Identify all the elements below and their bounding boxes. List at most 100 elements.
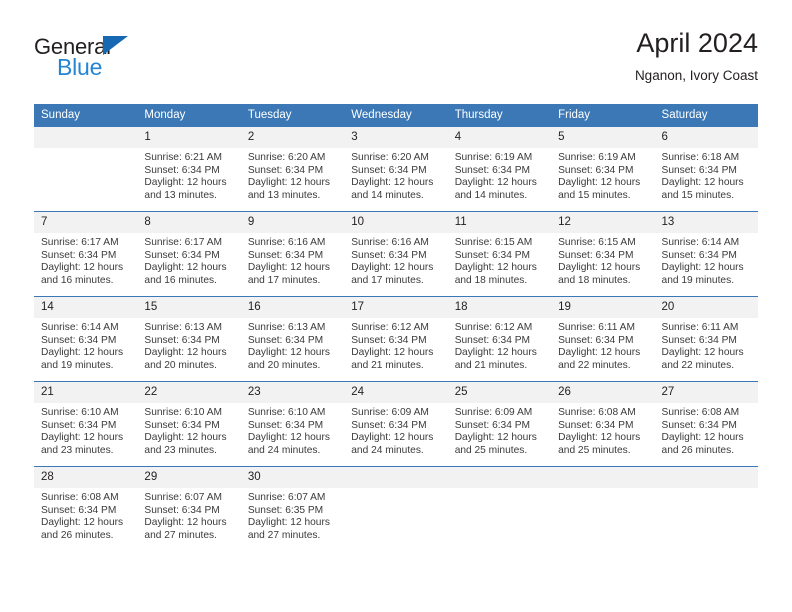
day-sun-info: Sunrise: 6:12 AM Sunset: 6:34 PM Daylight:… bbox=[448, 318, 551, 372]
day-sun-info: Sunrise: 6:17 AM Sunset: 6:34 PM Daylight:… bbox=[34, 233, 137, 287]
daylight-text: Daylight: 12 hours and 19 minutes. bbox=[41, 347, 124, 371]
day-number: 16 bbox=[240, 297, 345, 318]
day-cell-24[interactable]: 24 Sunrise: 6:09 AM Sunset: 6:34 PM Dayligh… bbox=[344, 381, 448, 467]
day-cell-10[interactable]: 10 Sunrise: 6:16 AM Sunset: 6:34 PM Dayligh… bbox=[344, 211, 448, 297]
day-number: 15 bbox=[137, 297, 241, 318]
day-cell-20[interactable]: 20 Sunrise: 6:11 AM Sunset: 6:34 PM Dayligh… bbox=[654, 296, 758, 382]
day-cell-3[interactable]: 3 Sunrise: 6:20 AM Sunset: 6:34 PM Daylight… bbox=[344, 127, 448, 212]
calendar-week-row: 7 Sunrise: 6:17 AM Sunset: 6:34 PM Daylight… bbox=[34, 211, 758, 297]
day-cell-4[interactable]: 4 Sunrise: 6:19 AM Sunset: 6:34 PM Daylight… bbox=[447, 127, 552, 212]
day-cell-18[interactable]: 18 Sunrise: 6:12 AM Sunset: 6:34 PM Dayligh… bbox=[447, 296, 552, 382]
day-number: 29 bbox=[137, 467, 241, 488]
daylight-text: Daylight: 12 hours and 13 minutes. bbox=[247, 177, 330, 201]
day-sun-info: Sunrise: 6:14 AM Sunset: 6:34 PM Daylight:… bbox=[34, 318, 137, 372]
day-sun-info: Sunrise: 6:11 AM Sunset: 6:34 PM Daylight:… bbox=[655, 318, 758, 372]
sunrise-text: Sunrise: 6:17 AM bbox=[144, 237, 223, 248]
day-cell-22[interactable]: 22 Sunrise: 6:10 AM Sunset: 6:34 PM Dayligh… bbox=[137, 381, 241, 467]
day-cell-29[interactable]: 29 Sunrise: 6:07 AM Sunset: 6:34 PM Dayligh… bbox=[137, 466, 241, 551]
day-sun-info: Sunrise: 6:08 AM Sunset: 6:34 PM Daylight:… bbox=[655, 403, 758, 457]
day-sun-info: Sunrise: 6:07 AM Sunset: 6:35 PM Daylight:… bbox=[241, 488, 344, 542]
day-cell-23[interactable]: 23 Sunrise: 6:10 AM Sunset: 6:34 PM Dayligh… bbox=[240, 381, 345, 467]
day-cell-7[interactable]: 7 Sunrise: 6:17 AM Sunset: 6:34 PM Daylight… bbox=[34, 211, 138, 297]
day-cell-content bbox=[34, 127, 138, 211]
day-number: 5 bbox=[551, 127, 655, 148]
page-subtitle-location: Nganon, Ivory Coast bbox=[634, 68, 758, 83]
day-sun-info: Sunrise: 6:17 AM Sunset: 6:34 PM Daylight:… bbox=[137, 233, 240, 287]
sunrise-text: Sunrise: 6:17 AM bbox=[41, 237, 119, 248]
daylight-text: Daylight: 12 hours and 26 minutes. bbox=[41, 517, 124, 541]
day-cell-15[interactable]: 15 Sunrise: 6:13 AM Sunset: 6:34 PM Dayligh… bbox=[137, 296, 241, 382]
day-cell-21[interactable]: 21 Sunrise: 6:10 AM Sunset: 6:34 PM Dayligh… bbox=[34, 381, 138, 467]
day-cell-11[interactable]: 11 Sunrise: 6:15 AM Sunset: 6:34 PM Dayligh… bbox=[447, 211, 552, 297]
day-number: 19 bbox=[551, 297, 655, 318]
day-sun-info: Sunrise: 6:16 AM Sunset: 6:34 PM Daylight:… bbox=[344, 233, 447, 287]
day-cell-content: 2 Sunrise: 6:20 AM Sunset: 6:34 PM Daylight… bbox=[240, 127, 345, 211]
day-cell-13[interactable]: 13 Sunrise: 6:14 AM Sunset: 6:34 PM Dayligh… bbox=[654, 211, 758, 297]
day-cell-content: 17 Sunrise: 6:12 AM Sunset: 6:34 PM Dayligh… bbox=[344, 297, 448, 381]
day-number: 28 bbox=[34, 467, 138, 488]
daylight-text: Daylight: 12 hours and 23 minutes. bbox=[144, 432, 227, 456]
daylight-text: Daylight: 12 hours and 15 minutes. bbox=[661, 177, 744, 201]
logo-text-blue: Blue bbox=[57, 54, 103, 80]
sunset-text: Sunset: 6:34 PM bbox=[351, 164, 427, 176]
day-cell-1[interactable]: 1 Sunrise: 6:21 AM Sunset: 6:34 PM Daylight… bbox=[137, 127, 241, 212]
day-cell-empty bbox=[447, 466, 552, 551]
day-number: 4 bbox=[447, 127, 552, 148]
sunrise-text: Sunrise: 6:20 AM bbox=[247, 152, 326, 163]
daylight-text: Daylight: 12 hours and 13 minutes. bbox=[144, 177, 227, 201]
day-cell-19[interactable]: 19 Sunrise: 6:11 AM Sunset: 6:34 PM Dayligh… bbox=[551, 296, 655, 382]
daylight-text: Daylight: 12 hours and 26 minutes. bbox=[661, 432, 744, 456]
sunset-text: Sunset: 6:34 PM bbox=[661, 164, 737, 176]
day-number: 23 bbox=[240, 382, 345, 403]
sunset-text: Sunset: 6:34 PM bbox=[661, 334, 737, 346]
day-cell-17[interactable]: 17 Sunrise: 6:12 AM Sunset: 6:34 PM Dayligh… bbox=[344, 296, 448, 382]
day-cell-12[interactable]: 12 Sunrise: 6:15 AM Sunset: 6:34 PM Dayligh… bbox=[551, 211, 655, 297]
sunset-text: Sunset: 6:34 PM bbox=[661, 249, 737, 261]
day-cell-6[interactable]: 6 Sunrise: 6:18 AM Sunset: 6:34 PM Daylight… bbox=[654, 127, 758, 212]
day-cell-empty bbox=[654, 466, 758, 551]
day-sun-info: Sunrise: 6:11 AM Sunset: 6:34 PM Daylight:… bbox=[551, 318, 654, 372]
calendar-week-row: 21 Sunrise: 6:10 AM Sunset: 6:34 PM Dayligh… bbox=[34, 381, 758, 467]
day-number: 18 bbox=[447, 297, 552, 318]
day-cell-content: 29 Sunrise: 6:07 AM Sunset: 6:34 PM Dayligh… bbox=[137, 467, 241, 551]
day-number: 14 bbox=[34, 297, 138, 318]
day-cell-2[interactable]: 2 Sunrise: 6:20 AM Sunset: 6:34 PM Daylight… bbox=[240, 127, 345, 212]
page-title: April 2024 bbox=[636, 28, 758, 58]
daylight-text: Daylight: 12 hours and 21 minutes. bbox=[351, 347, 434, 371]
day-cell-content: 21 Sunrise: 6:10 AM Sunset: 6:34 PM Dayligh… bbox=[34, 382, 138, 466]
sunset-text: Sunset: 6:34 PM bbox=[41, 419, 117, 431]
sunset-text: Sunset: 6:34 PM bbox=[144, 419, 220, 431]
sunset-text: Sunset: 6:34 PM bbox=[351, 334, 427, 346]
daylight-text: Daylight: 12 hours and 14 minutes. bbox=[351, 177, 434, 201]
day-number: 13 bbox=[654, 212, 758, 233]
weekday-header-thursday: Thursday bbox=[447, 104, 552, 127]
sunrise-text: Sunrise: 6:10 AM bbox=[247, 407, 326, 418]
sunrise-text: Sunrise: 6:21 AM bbox=[144, 152, 223, 163]
daylight-text: Daylight: 12 hours and 22 minutes. bbox=[661, 347, 744, 371]
day-cell-16[interactable]: 16 Sunrise: 6:13 AM Sunset: 6:34 PM Dayligh… bbox=[240, 296, 345, 382]
calendar-table: Sunday Monday Tuesday Wednesday Thursday Frid… bbox=[34, 104, 758, 551]
day-cell-9[interactable]: 9 Sunrise: 6:16 AM Sunset: 6:34 PM Daylight… bbox=[240, 211, 345, 297]
day-cell-26[interactable]: 26 Sunrise: 6:08 AM Sunset: 6:34 PM Dayligh… bbox=[551, 381, 655, 467]
calendar-week-row: 14 Sunrise: 6:14 AM Sunset: 6:34 PM Dayligh… bbox=[34, 296, 758, 382]
day-cell-14[interactable]: 14 Sunrise: 6:14 AM Sunset: 6:34 PM Dayligh… bbox=[34, 296, 138, 382]
day-cell-content: 30 Sunrise: 6:07 AM Sunset: 6:35 PM Dayligh… bbox=[240, 467, 345, 551]
sunset-text: Sunset: 6:34 PM bbox=[558, 419, 634, 431]
day-sun-info: Sunrise: 6:21 AM Sunset: 6:34 PM Daylight:… bbox=[137, 148, 240, 202]
sunset-text: Sunset: 6:34 PM bbox=[144, 334, 220, 346]
day-cell-27[interactable]: 27 Sunrise: 6:08 AM Sunset: 6:34 PM Dayligh… bbox=[654, 381, 758, 467]
day-cell-25[interactable]: 25 Sunrise: 6:09 AM Sunset: 6:34 PM Dayligh… bbox=[447, 381, 552, 467]
sunrise-text: Sunrise: 6:19 AM bbox=[454, 152, 533, 163]
day-number: 25 bbox=[447, 382, 552, 403]
day-number: 10 bbox=[344, 212, 448, 233]
day-number: 1 bbox=[137, 127, 241, 148]
day-cell-8[interactable]: 8 Sunrise: 6:17 AM Sunset: 6:34 PM Daylight… bbox=[137, 211, 241, 297]
day-cell-28[interactable]: 28 Sunrise: 6:08 AM Sunset: 6:34 PM Dayligh… bbox=[34, 466, 138, 551]
day-cell-30[interactable]: 30 Sunrise: 6:07 AM Sunset: 6:35 PM Dayligh… bbox=[240, 466, 345, 551]
weekday-header-row: Sunday Monday Tuesday Wednesday Thursday Frid… bbox=[34, 104, 758, 127]
day-sun-info: Sunrise: 6:20 AM Sunset: 6:34 PM Daylight:… bbox=[241, 148, 344, 202]
sunrise-text: Sunrise: 6:15 AM bbox=[454, 237, 533, 248]
sunset-text: Sunset: 6:35 PM bbox=[247, 504, 324, 516]
day-cell-5[interactable]: 5 Sunrise: 6:19 AM Sunset: 6:34 PM Daylight… bbox=[551, 127, 655, 212]
day-sun-info: Sunrise: 6:19 AM Sunset: 6:34 PM Daylight:… bbox=[448, 148, 551, 202]
